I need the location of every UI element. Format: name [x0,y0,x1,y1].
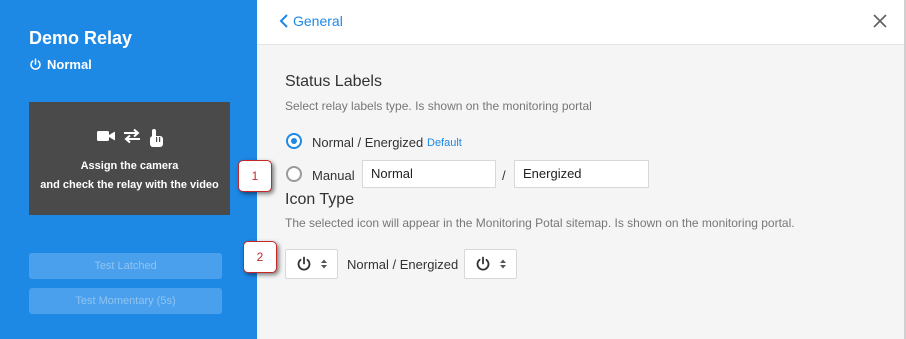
hand-pointer-icon [149,129,163,147]
sort-arrows-icon [499,259,506,269]
panel-header: General [257,0,904,45]
relay-status: Normal [29,57,92,72]
status-labels-heading: Status Labels [285,73,382,90]
relay-sidebar: Demo Relay Normal Assign the camera and … [0,0,257,339]
callout-1: 1 [238,160,272,192]
test-latched-button[interactable]: Test Latched [29,253,222,279]
camera-hint-line1: Assign the camera [80,160,179,172]
settings-panel: General Status Labels Select relay label… [257,0,906,339]
camera-assign-box[interactable]: Assign the camera and check the relay wi… [29,102,230,215]
radio-default-labels[interactable] [286,133,302,149]
power-icon [30,58,41,70]
callout-2: 2 [243,241,277,273]
back-link[interactable]: General [279,13,343,29]
default-badge: Default [427,137,462,149]
power-icon [297,256,310,271]
icon-type-description: The selected icon will appear in the Mon… [285,216,795,230]
test-momentary-button[interactable]: Test Momentary (5s) [29,288,222,314]
energized-icon-select[interactable] [464,249,517,279]
manual-normal-input[interactable]: Normal [362,160,496,188]
swap-arrows-icon [123,128,140,144]
camera-hint-line2: and check the relay with the video [40,179,219,191]
manual-labels-option[interactable]: Manual [312,168,355,183]
normal-icon-select[interactable] [285,249,338,279]
power-icon [476,256,489,271]
relay-status-label: Normal [47,57,92,72]
close-icon[interactable] [870,11,890,31]
callout-1-number: 1 [251,169,259,183]
sort-arrows-icon [320,259,327,269]
video-camera-icon [96,131,115,141]
radio-manual-labels[interactable] [286,166,302,182]
manual-separator: / [502,168,506,183]
camera-icon-row [29,128,230,148]
back-link-label: General [293,13,343,29]
icon-type-label: Normal / Energized [347,257,459,272]
chevron-left-icon [279,14,288,28]
relay-title: Demo Relay [29,28,133,48]
icon-type-heading: Icon Type [285,191,355,208]
manual-energized-input[interactable]: Energized [514,160,649,188]
status-labels-description: Select relay labels type. Is shown on th… [285,99,592,113]
callout-2-number: 2 [256,250,264,264]
default-labels-option[interactable]: Normal / Energized [312,135,423,150]
